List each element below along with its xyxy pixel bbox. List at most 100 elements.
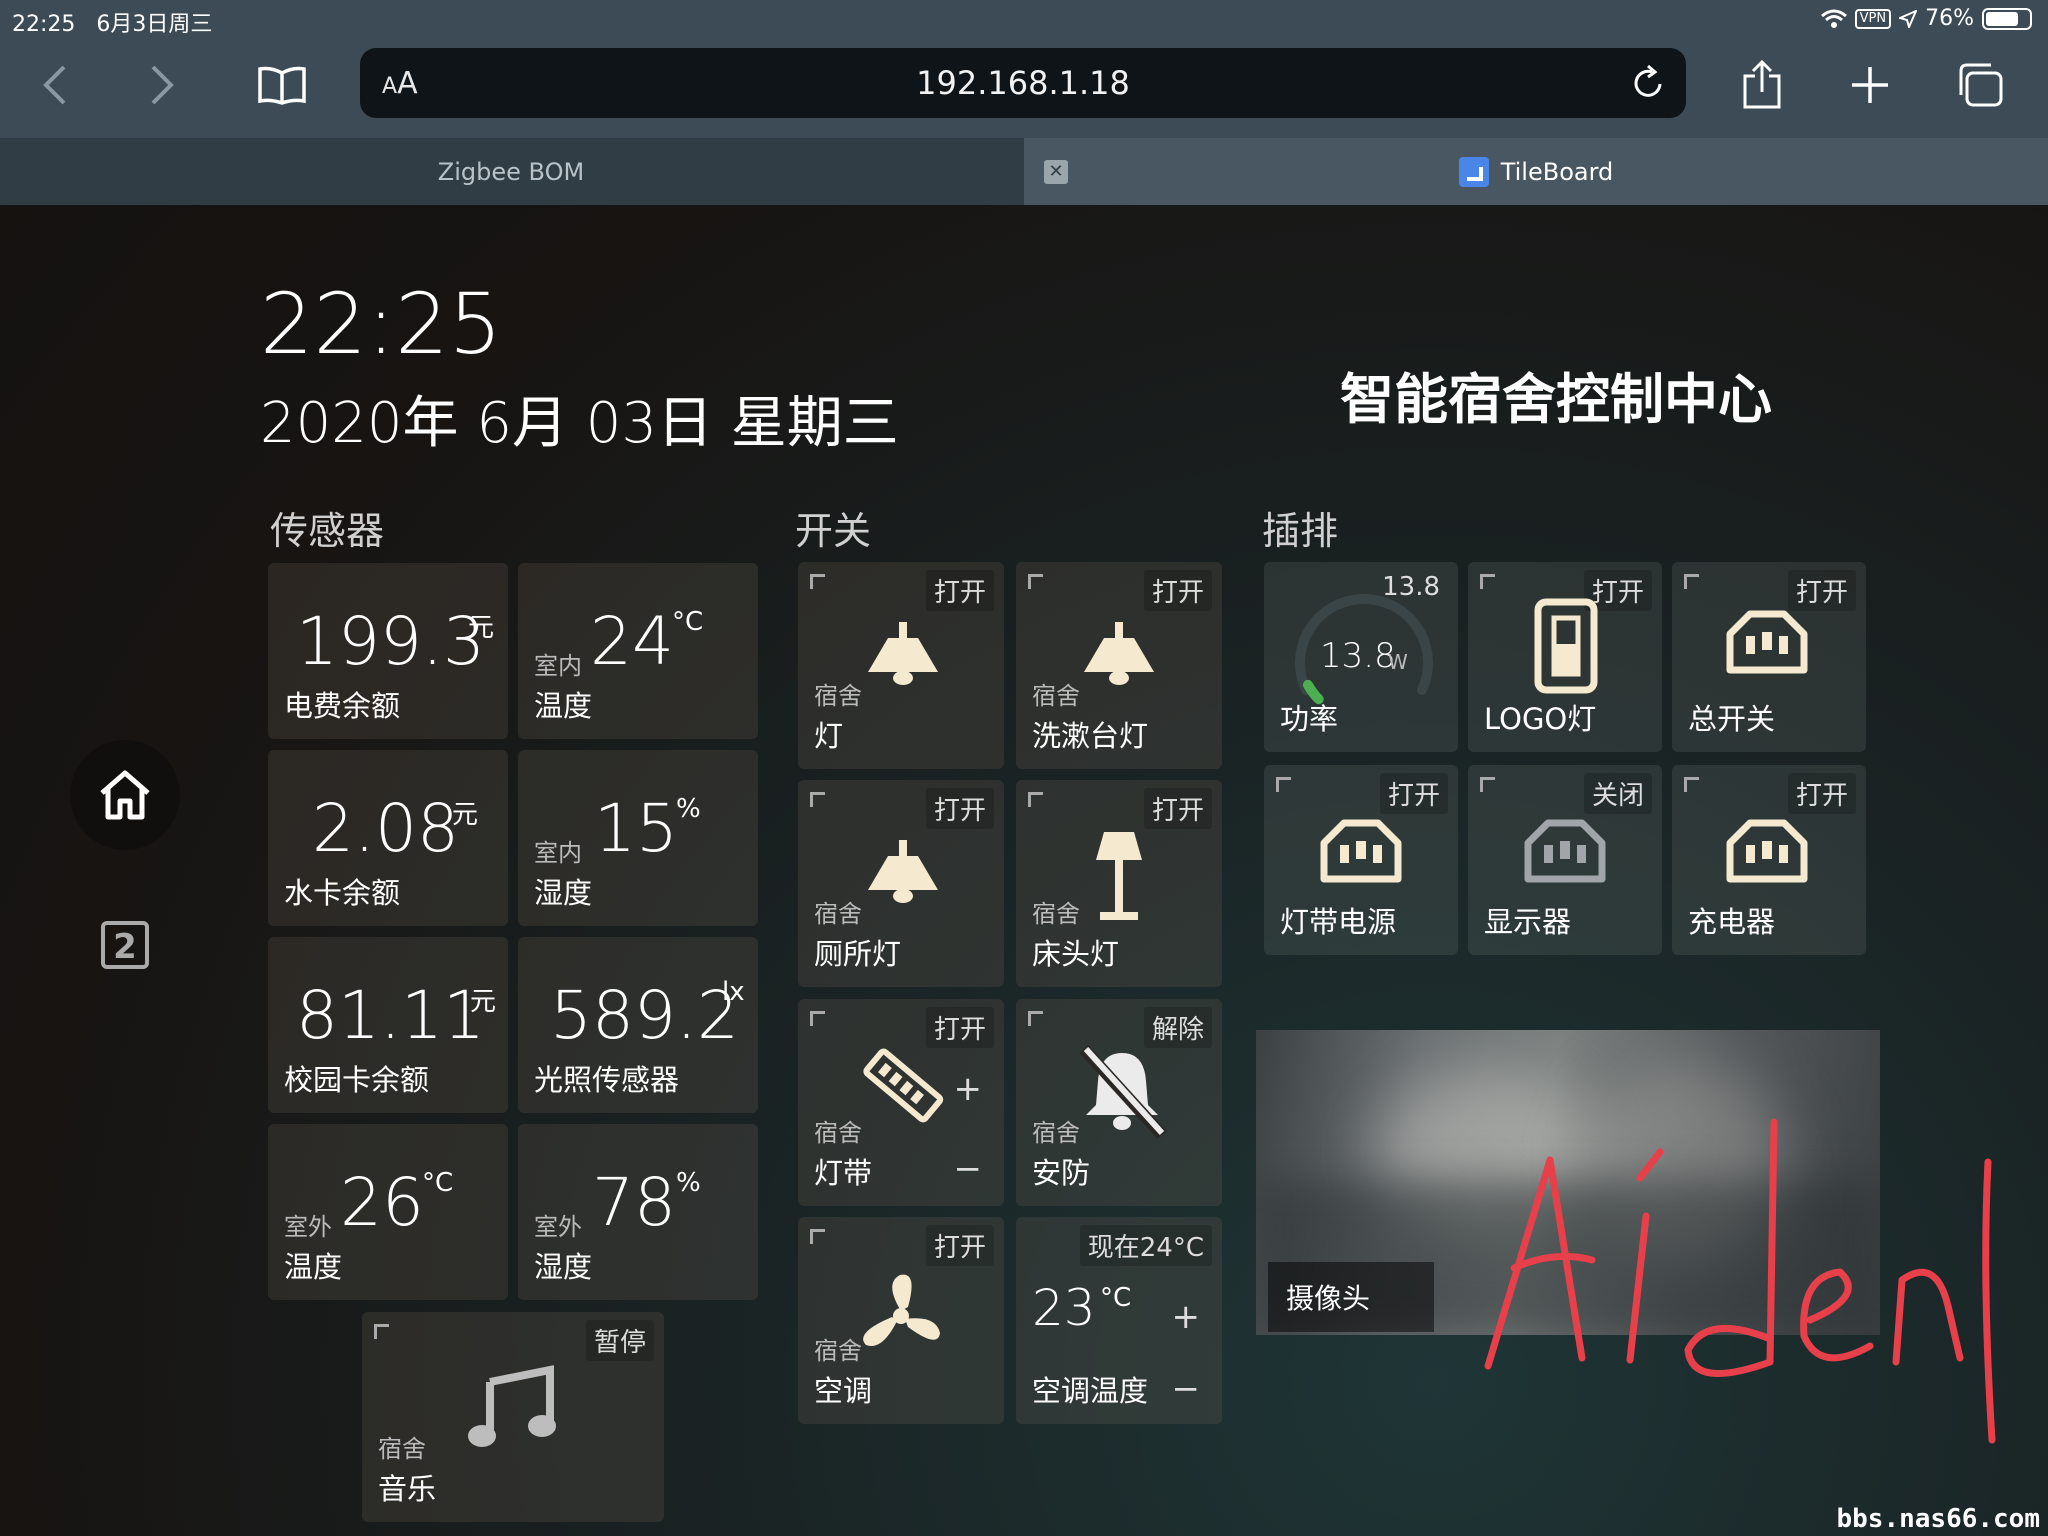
switch-title: 洗漱台灯 <box>1032 719 1149 753</box>
battery-percent: 76% <box>1925 6 1974 31</box>
section-switches: 开关 <box>795 509 872 553</box>
dashboard-clock: 22:25 <box>260 275 503 373</box>
switch-tile-led-strip[interactable]: 打开 + − 宿舍 灯带 <box>798 999 1004 1206</box>
climate-tile-ac-temperature[interactable]: 现在24°C 23 °C + − 空调温度 <box>1016 1217 1222 1424</box>
sensor-unit: % <box>676 1168 701 1198</box>
power-value: 13.8 <box>1320 636 1396 676</box>
temperature-decrease-button[interactable]: − <box>1172 1369 1201 1409</box>
sensor-tile-campus-card[interactable]: 81.11 元 校园卡余额 <box>268 937 508 1113</box>
tab-close-button[interactable]: ✕ <box>1044 160 1068 184</box>
switch-title: 灯 <box>814 719 844 753</box>
sensor-unit: 元 <box>470 987 497 1017</box>
switch-title: 安防 <box>1032 1156 1091 1190</box>
sensor-tile-water-card[interactable]: 2.08 元 水卡余额 <box>268 750 508 926</box>
music-tile[interactable]: 暂停 宿舍 音乐 <box>362 1312 664 1522</box>
wifi-icon <box>1820 9 1847 28</box>
back-button[interactable] <box>25 55 85 115</box>
new-tab-button[interactable] <box>1840 55 1900 115</box>
brightness-decrease-button[interactable]: − <box>954 1149 983 1189</box>
sensor-unit: % <box>676 794 701 824</box>
switch-tile-toilet-light[interactable]: 打开 宿舍 厕所灯 <box>798 780 1004 987</box>
sensor-subtitle: 室外 <box>284 1213 332 1241</box>
outlet-tile-monitor[interactable]: 关闭 显示器 <box>1468 765 1662 955</box>
tab-zigbee-bom[interactable]: Zigbee BOM <box>0 138 1022 205</box>
tile-corner-icon <box>810 574 825 589</box>
outlet-state: 打开 <box>1787 773 1856 814</box>
sidebar-page-2-button[interactable]: 2 <box>70 890 180 1000</box>
outlet-tile-logo-light[interactable]: 打开 LOGO灯 <box>1468 562 1662 752</box>
tab-tileboard[interactable]: ✕ TileBoard <box>1024 138 2048 205</box>
tab-bar: Zigbee BOM ✕ TileBoard <box>0 138 2048 205</box>
switch-tile-sink-light[interactable]: 打开 宿舍 洗漱台灯 <box>1016 562 1222 769</box>
power-gauge-tile[interactable]: 13.8 13.8 W 功率 <box>1264 562 1458 752</box>
music-state: 暂停 <box>585 1320 654 1361</box>
outlet-tile-led-power[interactable]: 打开 灯带电源 <box>1264 765 1458 955</box>
sensor-subtitle: 室内 <box>534 652 582 680</box>
section-sensors: 传感器 <box>270 509 385 553</box>
plus-icon <box>1852 67 1888 103</box>
sensor-unit: °C <box>422 1168 454 1198</box>
reload-button[interactable] <box>1630 64 1666 106</box>
tileboard-favicon-icon <box>1458 156 1489 187</box>
sidebar-home-button[interactable] <box>70 740 180 850</box>
sensor-tile-indoor-humidity[interactable]: 15 % 室内 湿度 <box>518 750 758 926</box>
switch-title: 灯带 <box>814 1156 873 1190</box>
brightness-increase-button[interactable]: + <box>954 1069 983 1109</box>
camera-label: 摄像头 <box>1268 1262 1434 1332</box>
share-button[interactable] <box>1732 55 1792 115</box>
sensor-subtitle: 室内 <box>534 839 582 867</box>
switch-subtitle: 宿舍 <box>1032 900 1080 928</box>
sensor-title: 水卡余额 <box>284 876 401 910</box>
temperature-increase-button[interactable]: + <box>1172 1297 1201 1337</box>
tab-label: TileBoard <box>1500 157 1614 186</box>
tile-corner-icon <box>1276 777 1291 792</box>
tile-corner-icon <box>810 792 825 807</box>
power-socket-icon <box>1726 610 1808 674</box>
sensor-title: 湿度 <box>534 876 593 910</box>
switch-subtitle: 宿舍 <box>814 900 862 928</box>
tab-label: Zigbee BOM <box>437 157 585 186</box>
switch-title: 空调 <box>814 1374 873 1408</box>
wall-switch-icon <box>1534 598 1598 694</box>
address-bar[interactable]: AA 192.168.1.18 <box>360 48 1686 118</box>
sensor-tile-indoor-temperature[interactable]: 24 °C 室内 温度 <box>518 563 758 739</box>
sensor-title: 湿度 <box>534 1250 593 1284</box>
outlet-title: 显示器 <box>1484 905 1572 939</box>
outlet-tile-main-switch[interactable]: 打开 总开关 <box>1672 562 1866 752</box>
tabs-overview-button[interactable] <box>1950 55 2010 115</box>
switch-tile-security[interactable]: 解除 宿舍 安防 <box>1016 999 1222 1206</box>
sensor-subtitle: 室外 <box>534 1213 582 1241</box>
tile-corner-icon <box>1480 574 1495 589</box>
switch-state: 解除 <box>1143 1007 1212 1048</box>
switch-tile-dorm-light[interactable]: 打开 宿舍 灯 <box>798 562 1004 769</box>
bookmarks-button[interactable] <box>252 55 312 115</box>
sensor-value: 78 <box>592 1164 676 1241</box>
browser-chrome: 22:25 6月3日周三 VPN 76% AA 192.168.1.18 Zig… <box>0 0 2048 205</box>
climate-title: 空调温度 <box>1032 1374 1149 1408</box>
status-time: 22:25 <box>12 12 76 37</box>
battery-icon <box>1982 7 2032 30</box>
outlet-tile-charger[interactable]: 打开 充电器 <box>1672 765 1866 955</box>
handwritten-signature <box>1484 1118 1996 1444</box>
forward-button[interactable] <box>132 55 192 115</box>
reload-icon <box>1634 64 1662 97</box>
sensor-tile-outdoor-temperature[interactable]: 26 °C 室外 温度 <box>268 1124 508 1300</box>
sensor-value: 26 <box>340 1164 424 1241</box>
outlet-title: 充电器 <box>1688 905 1776 939</box>
ceiling-light-icon <box>1084 622 1154 685</box>
sensor-tile-outdoor-humidity[interactable]: 78 % 室外 湿度 <box>518 1124 758 1300</box>
sensor-tile-electricity[interactable]: 199.3 元 电费余额 <box>268 563 508 739</box>
location-icon <box>1899 9 1918 28</box>
status-bar: 22:25 6月3日周三 VPN 76% <box>0 0 2048 38</box>
sensor-unit: °C <box>672 607 704 637</box>
climate-target-value: 23 <box>1032 1279 1096 1337</box>
sensor-tile-light[interactable]: 589.2 lx 光照传感器 <box>518 937 758 1113</box>
outlet-title: 总开关 <box>1688 702 1776 736</box>
climate-current-temp: 现在24°C <box>1079 1225 1212 1266</box>
switch-tile-air-conditioner[interactable]: 打开 宿舍 空调 <box>798 1217 1004 1424</box>
chevron-right-icon <box>151 65 174 105</box>
battery-fill <box>1986 11 2018 26</box>
switch-tile-bedside-lamp[interactable]: 打开 宿舍 床头灯 <box>1016 780 1222 987</box>
url-text: 192.168.1.18 <box>916 64 1130 102</box>
sensor-title: 光照传感器 <box>534 1063 680 1097</box>
